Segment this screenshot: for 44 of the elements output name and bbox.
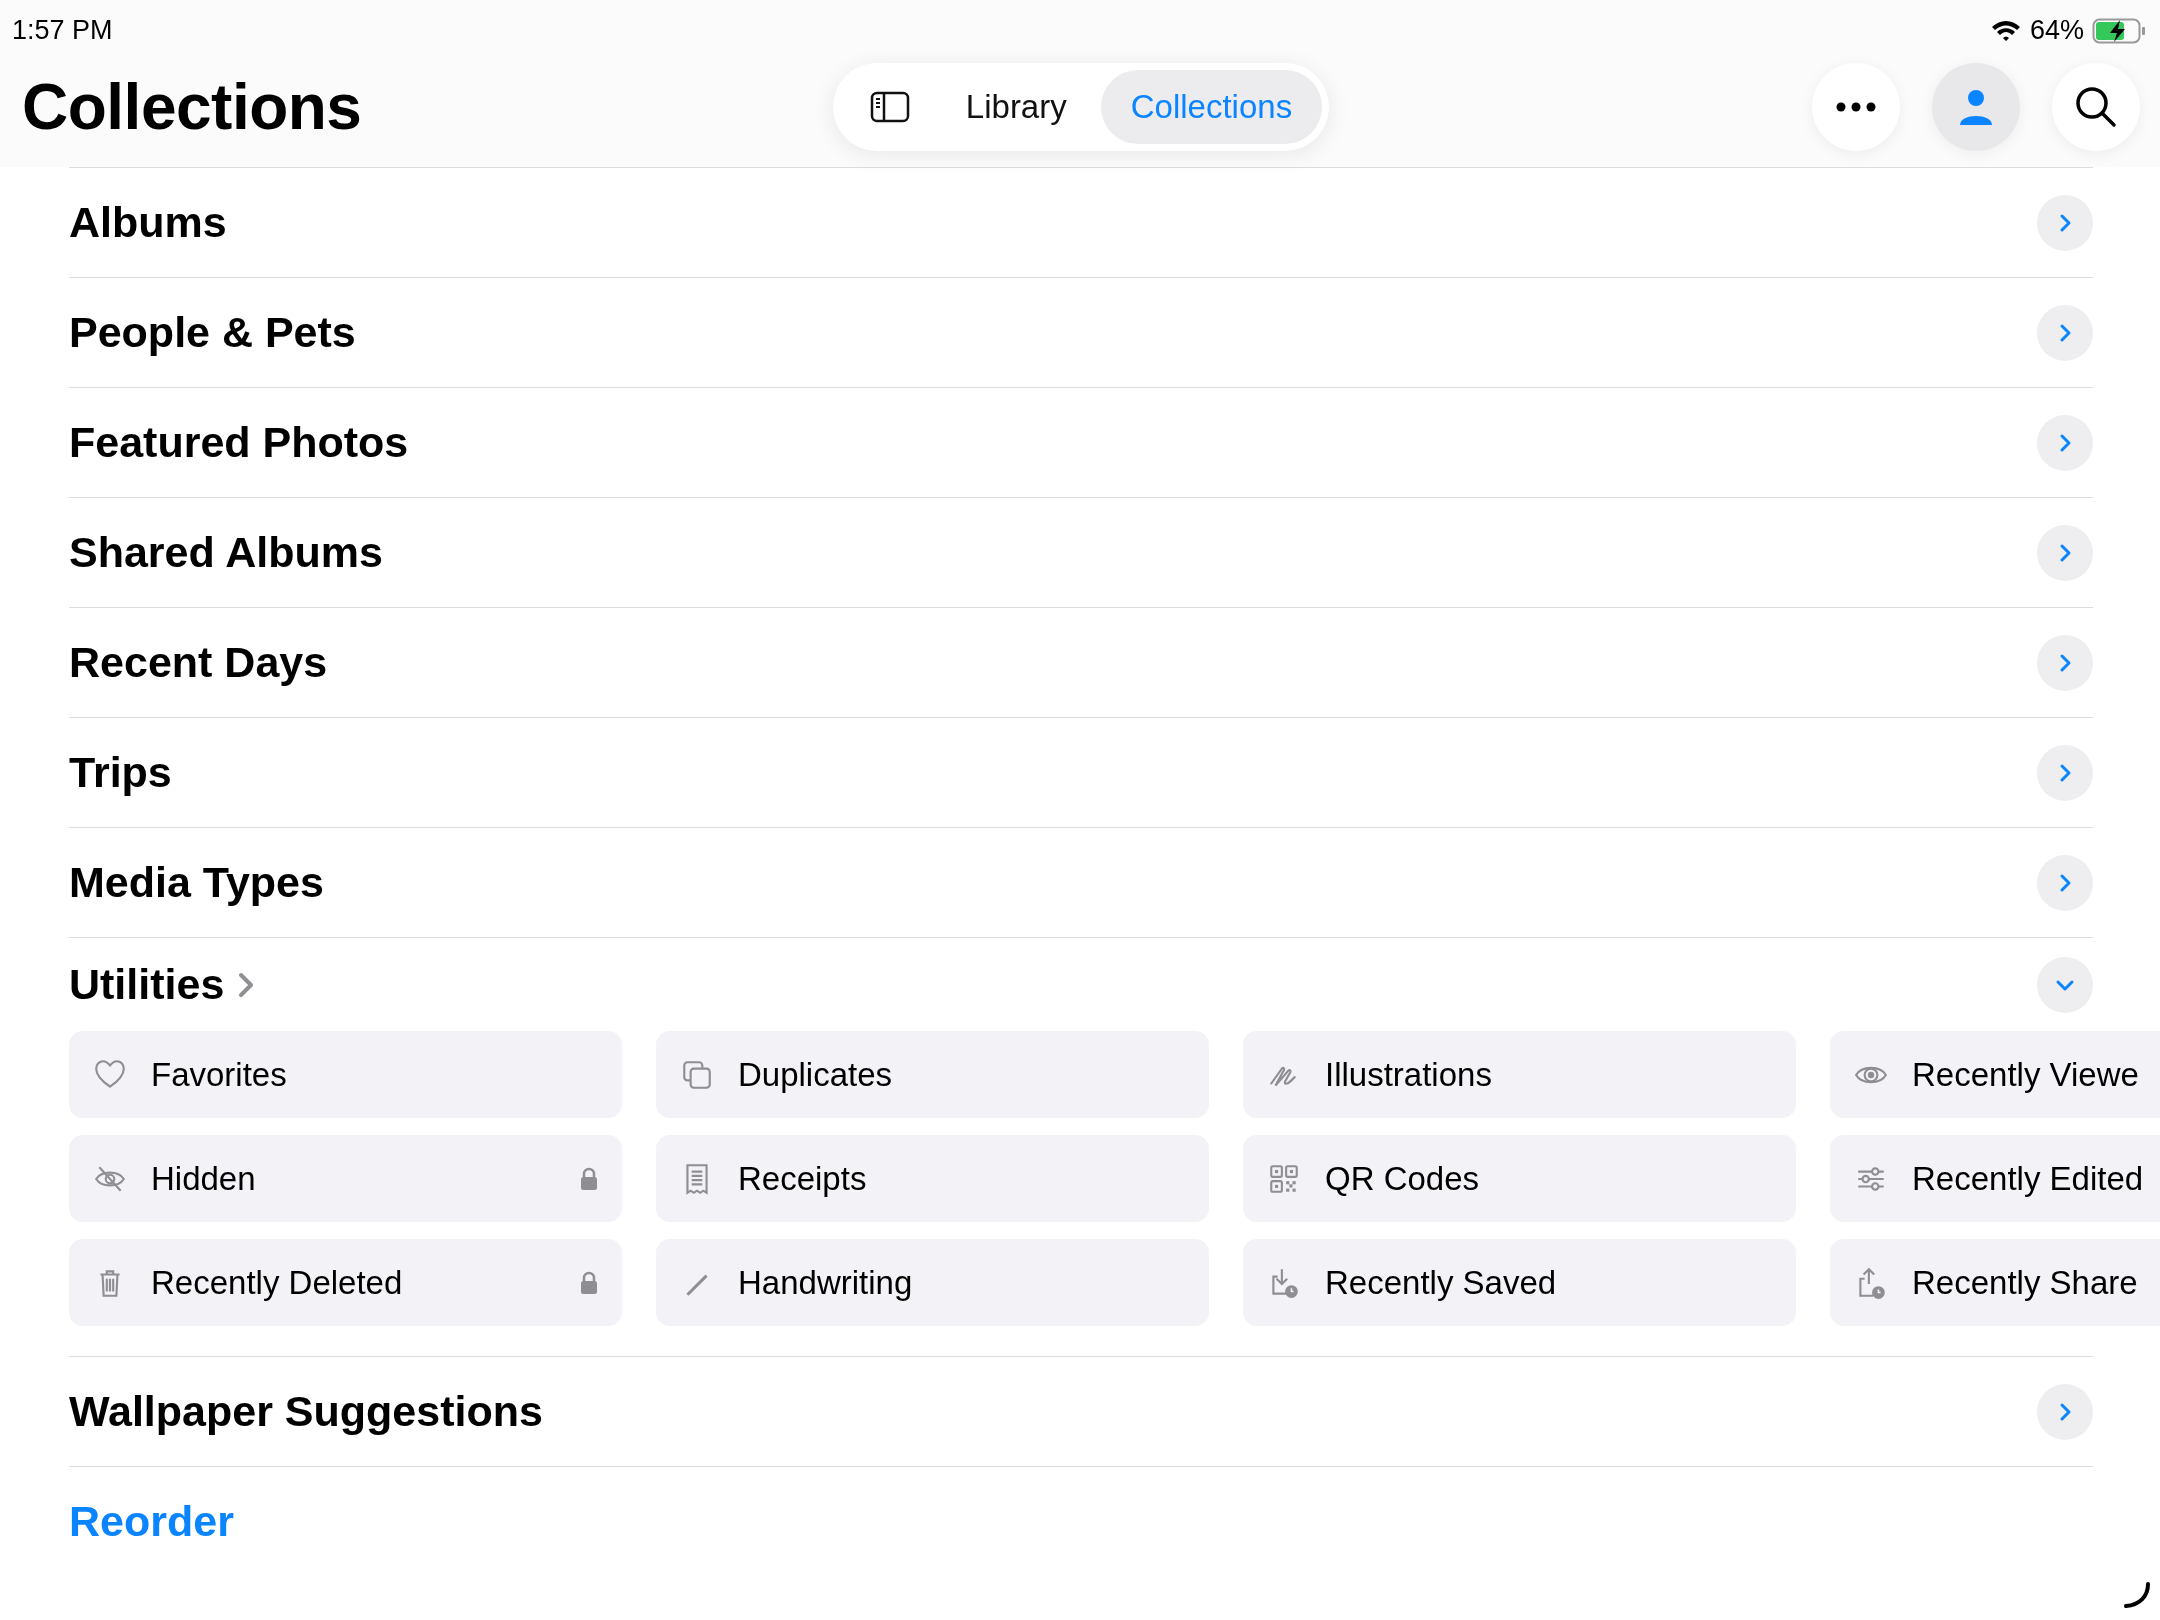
utility-tile[interactable]: Recently Deleted [69,1239,622,1326]
status-time: 1:57 PM [12,15,113,46]
section-title[interactable]: Trips [69,748,172,797]
utility-label: Recently Edited [1912,1159,2145,1198]
utility-label: Favorites [151,1055,288,1094]
utility-tile[interactable]: Recently Share [1830,1239,2160,1326]
section-title[interactable]: Recent Days [69,638,328,687]
utility-label: Recently Viewe [1912,1055,2140,1094]
utility-tile[interactable]: QR Codes [1243,1135,1796,1222]
utility-tile[interactable]: Illustrations [1243,1031,1796,1118]
section-title[interactable]: People & Pets [69,308,356,357]
utility-label: Recently Share [1912,1263,2139,1302]
utility-label: Receipts [738,1159,868,1198]
utility-label: QR Codes [1325,1159,1481,1198]
person-icon [1959,88,1993,125]
utility-label: Hidden [151,1159,257,1198]
utility-tile[interactable]: Handwriting [656,1239,1209,1326]
utility-tile[interactable]: Duplicates [656,1031,1209,1118]
utility-label: Recently Saved [1325,1263,1558,1302]
section-title[interactable]: Shared Albums [69,528,383,577]
battery-percent: 64% [2029,15,2084,46]
section-title[interactable]: Featured Photos [69,418,409,467]
section-title[interactable]: Albums [69,198,227,247]
page-title: Collections [22,69,363,144]
ellipsis-icon [1836,101,1876,112]
utility-label: Recently Deleted [151,1263,404,1302]
battery-icon [2092,17,2146,44]
section-title[interactable]: Utilities [69,960,225,1009]
utility-label: Handwriting [738,1263,914,1302]
section-title[interactable]: Wallpaper Suggestions [69,1387,543,1436]
utility-tile[interactable]: Receipts [656,1135,1209,1222]
utility-tile[interactable]: Recently Saved [1243,1239,1796,1326]
search-icon [2074,84,2118,129]
utility-tile[interactable]: Recently Edited [1830,1135,2160,1222]
sidebar-icon[interactable] [869,90,910,123]
reorder-link[interactable]: Reorder [69,1497,234,1546]
view-tab[interactable]: Library [935,69,1097,144]
utility-label: Duplicates [738,1055,894,1094]
utility-tile[interactable]: Recently Viewe [1830,1031,2160,1118]
utility-label: Illustrations [1325,1055,1493,1094]
utility-tile[interactable]: Hidden [69,1135,622,1222]
resize-handle-icon[interactable] [2122,1580,2152,1610]
utility-tile[interactable]: Favorites [69,1031,622,1118]
section-title[interactable]: Media Types [69,858,324,907]
